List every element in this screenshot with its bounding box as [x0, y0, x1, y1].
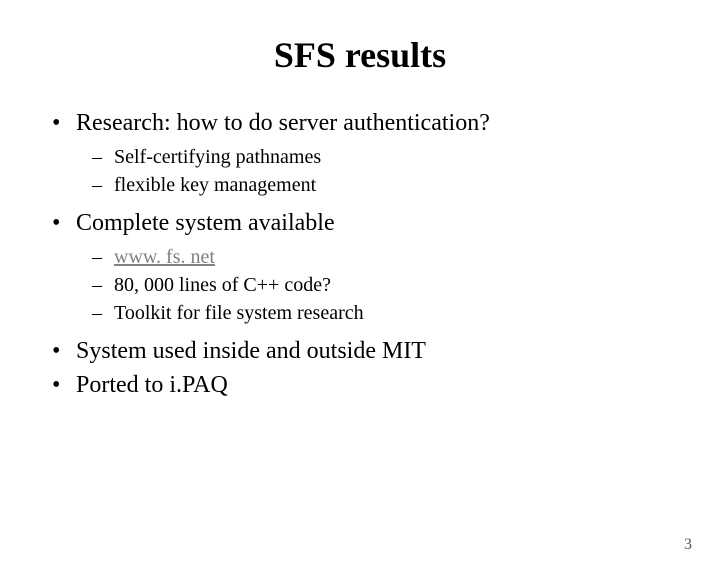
bullet-item: Ported to i.PAQ — [48, 370, 690, 400]
bullet-item: Research: how to do server authenticatio… — [48, 108, 690, 198]
bullet-item: Complete system available www. fs. net 8… — [48, 208, 690, 326]
sub-bullet-item: Toolkit for file system research — [92, 300, 690, 326]
sub-bullet-item: Self-certifying pathnames — [92, 144, 690, 170]
bullet-text: Complete system available — [76, 210, 335, 236]
sub-bullet-text: 80, 000 lines of C++ code? — [114, 274, 331, 296]
sub-bullet-item: www. fs. net — [92, 244, 690, 270]
slide-content: Research: how to do server authenticatio… — [0, 108, 720, 400]
link-text[interactable]: www. fs. net — [114, 246, 215, 268]
sub-bullet-list: Self-certifying pathnames flexible key m… — [92, 144, 690, 198]
sub-bullet-text: Toolkit for file system research — [114, 302, 364, 324]
page-number: 3 — [684, 536, 692, 554]
bullet-list: Research: how to do server authenticatio… — [48, 108, 690, 400]
slide-title: SFS results — [0, 34, 720, 76]
bullet-text: System used inside and outside MIT — [76, 338, 426, 364]
sub-bullet-text: Self-certifying pathnames — [114, 146, 321, 168]
sub-bullet-text: flexible key management — [114, 174, 316, 196]
sub-bullet-item: 80, 000 lines of C++ code? — [92, 272, 690, 298]
sub-bullet-item: flexible key management — [92, 172, 690, 198]
sub-bullet-list: www. fs. net 80, 000 lines of C++ code? … — [92, 244, 690, 326]
bullet-text: Research: how to do server authenticatio… — [76, 110, 490, 136]
bullet-item: System used inside and outside MIT — [48, 336, 690, 366]
bullet-text: Ported to i.PAQ — [76, 372, 228, 398]
